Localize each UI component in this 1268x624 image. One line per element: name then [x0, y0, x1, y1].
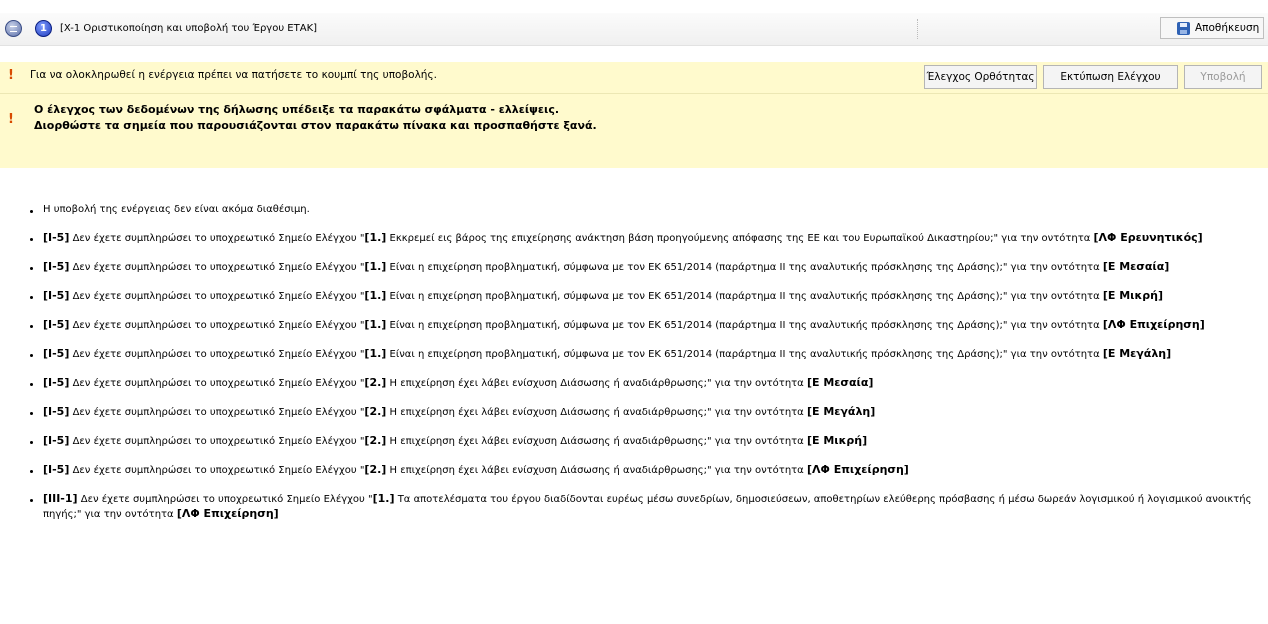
checkpoint-text: Η επιχείρηση έχει λάβει ενίσχυση Διάσωση…: [389, 465, 804, 476]
checkpoint-number: [1.]: [372, 492, 395, 505]
menu-icon[interactable]: [5, 20, 22, 37]
entity-name: [Ε Μεγάλη]: [806, 405, 876, 418]
error-line-1: Ο έλεγχος των δεδομένων της δήλωσης υπέδ…: [34, 103, 560, 116]
error-item-text: Δεν έχετε συμπληρώσει το υποχρεωτικό Σημ…: [72, 320, 365, 331]
error-code: [I-5]: [43, 463, 70, 476]
toolbar: 1 [X-1 Οριστικοποίηση και υποβολή του Έρ…: [0, 13, 1268, 46]
error-list-item: [I-5] Δεν έχετε συμπληρώσει το υποχρεωτι…: [30, 289, 1260, 304]
checkpoint-number: [2.]: [364, 376, 387, 389]
error-line-2: Διορθώστε τα σημεία που παρουσιάζονται σ…: [34, 119, 597, 132]
submit-notice-bar: ! Για να ολοκληρωθεί η ενέργεια πρέπει ν…: [0, 62, 1268, 94]
checkpoint-text: Η επιχείρηση έχει λάβει ενίσχυση Διάσωση…: [389, 436, 804, 447]
toolbar-divider: [917, 19, 918, 39]
checkpoint-text: Είναι η επιχείρηση προβληματική, σύμφωνα…: [389, 349, 1100, 360]
submit-notice-text: Για να ολοκληρωθεί η ενέργεια πρέπει να …: [30, 69, 437, 81]
error-item-text: Δεν έχετε συμπληρώσει το υποχρεωτικό Σημ…: [72, 436, 365, 447]
exclamation-icon: !: [8, 68, 14, 83]
validation-check-button[interactable]: Έλεγχος Ορθότητας: [924, 65, 1037, 89]
entity-name: [Ε Μεσαία]: [1102, 260, 1170, 273]
submit-button[interactable]: Υποβολή: [1184, 65, 1262, 89]
error-code: [I-5]: [43, 376, 70, 389]
checkpoint-number: [1.]: [364, 260, 387, 273]
entity-name: [Ε Μεσαία]: [806, 376, 874, 389]
error-list-item: [I-5] Δεν έχετε συμπληρώσει το υποχρεωτι…: [30, 347, 1260, 362]
error-item-text: Δεν έχετε συμπληρώσει το υποχρεωτικό Σημ…: [72, 349, 365, 360]
checkpoint-number: [1.]: [364, 318, 387, 331]
checkpoint-number: [1.]: [364, 289, 387, 302]
checkpoint-number: [2.]: [364, 434, 387, 447]
exclamation-icon: !: [8, 112, 14, 127]
error-code: [III-1]: [43, 492, 78, 505]
save-button-label: Αποθήκευση: [1195, 22, 1260, 34]
error-list: Η υποβολή της ενέργειας δεν είναι ακόμα …: [30, 203, 1260, 536]
error-list-item: [I-5] Δεν έχετε συμπληρώσει το υποχρεωτι…: [30, 231, 1260, 246]
error-item-text: Δεν έχετε συμπληρώσει το υποχρεωτικό Σημ…: [72, 233, 365, 244]
error-item-text: Δεν έχετε συμπληρώσει το υποχρεωτικό Σημ…: [72, 291, 365, 302]
error-code: [I-5]: [43, 318, 70, 331]
error-list-item: [I-5] Δεν έχετε συμπληρώσει το υποχρεωτι…: [30, 405, 1260, 420]
error-item-text: Δεν έχετε συμπληρώσει το υποχρεωτικό Σημ…: [72, 465, 365, 476]
checkpoint-text: Εκκρεμεί εις βάρος της επιχείρησης ανάκτ…: [389, 233, 1091, 244]
error-list-item: Η υποβολή της ενέργειας δεν είναι ακόμα …: [30, 203, 1260, 217]
error-code: [I-5]: [43, 405, 70, 418]
checkpoint-text: Είναι η επιχείρηση προβληματική, σύμφωνα…: [389, 291, 1100, 302]
step-number-icon: 1: [35, 20, 52, 37]
error-item-text: Δεν έχετε συμπληρώσει το υποχρεωτικό Σημ…: [72, 407, 365, 418]
error-list-item: [III-1] Δεν έχετε συμπληρώσει το υποχρεω…: [30, 492, 1260, 522]
checkpoint-number: [1.]: [364, 347, 387, 360]
error-item-text: Δεν έχετε συμπληρώσει το υποχρεωτικό Σημ…: [72, 262, 365, 273]
floppy-disk-icon: [1177, 22, 1190, 35]
entity-name: [ΛΦ Ερευνητικός]: [1093, 231, 1203, 244]
error-item-text: Η υποβολή της ενέργειας δεν είναι ακόμα …: [43, 204, 310, 215]
error-code: [I-5]: [43, 231, 70, 244]
entity-name: [ΛΦ Επιχείρηση]: [176, 507, 279, 520]
entity-name: [ΛΦ Επιχείρηση]: [806, 463, 909, 476]
checkpoint-number: [2.]: [364, 463, 387, 476]
checkpoint-text: Είναι η επιχείρηση προβληματική, σύμφωνα…: [389, 262, 1100, 273]
error-list-item: [I-5] Δεν έχετε συμπληρώσει το υποχρεωτι…: [30, 260, 1260, 275]
error-code: [I-5]: [43, 434, 70, 447]
error-list-item: [I-5] Δεν έχετε συμπληρώσει το υποχρεωτι…: [30, 318, 1260, 333]
checkpoint-number: [2.]: [364, 405, 387, 418]
checkpoint-text: Η επιχείρηση έχει λάβει ενίσχυση Διάσωση…: [389, 407, 804, 418]
checkpoint-text: Είναι η επιχείρηση προβληματική, σύμφωνα…: [389, 320, 1100, 331]
error-list-item: [I-5] Δεν έχετε συμπληρώσει το υποχρεωτι…: [30, 463, 1260, 478]
validation-error-bar: ! Ο έλεγχος των δεδομένων της δήλωσης υπ…: [0, 94, 1268, 168]
error-code: [I-5]: [43, 347, 70, 360]
entity-name: [Ε Μικρή]: [1102, 289, 1164, 302]
error-list-item: [I-5] Δεν έχετε συμπληρώσει το υποχρεωτι…: [30, 434, 1260, 449]
error-item-text: Δεν έχετε συμπληρώσει το υποχρεωτικό Σημ…: [80, 494, 373, 505]
error-list-item: [I-5] Δεν έχετε συμπληρώσει το υποχρεωτι…: [30, 376, 1260, 391]
error-code: [I-5]: [43, 260, 70, 273]
save-button[interactable]: Αποθήκευση: [1160, 17, 1264, 39]
error-item-text: Δεν έχετε συμπληρώσει το υποχρεωτικό Σημ…: [72, 378, 365, 389]
print-check-button[interactable]: Εκτύπωση Ελέγχου: [1043, 65, 1178, 89]
checkpoint-text: Η επιχείρηση έχει λάβει ενίσχυση Διάσωση…: [389, 378, 804, 389]
validation-error-text: Ο έλεγχος των δεδομένων της δήλωσης υπέδ…: [34, 102, 597, 134]
entity-name: [Ε Μεγάλη]: [1102, 347, 1172, 360]
page-title: [X-1 Οριστικοποίηση και υποβολή του Έργο…: [60, 23, 318, 34]
checkpoint-number: [1.]: [364, 231, 387, 244]
entity-name: [Ε Μικρή]: [806, 434, 868, 447]
entity-name: [ΛΦ Επιχείρηση]: [1102, 318, 1205, 331]
error-code: [I-5]: [43, 289, 70, 302]
